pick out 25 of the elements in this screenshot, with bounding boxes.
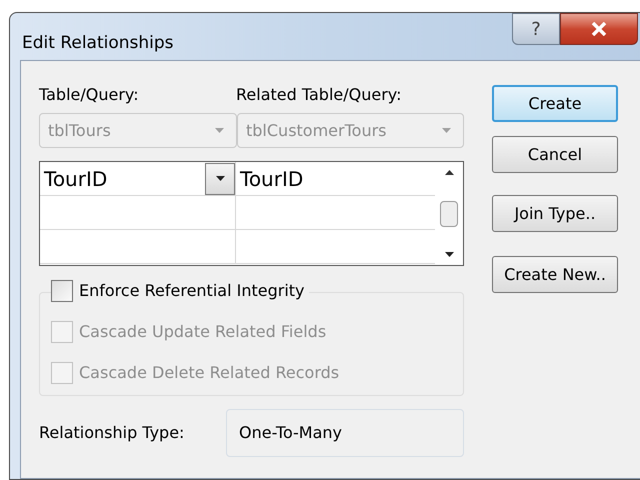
dropdown-button[interactable]: [205, 162, 235, 194]
dialog-button[interactable]: Create: [492, 85, 618, 122]
dialog-button[interactable]: Create New..: [492, 256, 618, 293]
field-label: Table/Query:: [39, 84, 140, 106]
caret-icon: [216, 176, 224, 181]
window-title: Edit Relationships: [22, 32, 174, 55]
scroll-up-icon[interactable]: [444, 170, 454, 175]
dialog-button[interactable]: Join Type..: [492, 195, 618, 232]
relationship-type-box: One-To-Many: [226, 409, 464, 457]
checkbox[interactable]: [51, 280, 73, 302]
grid-cell[interactable]: TourID: [236, 162, 435, 195]
dialog-button[interactable]: Cancel: [492, 136, 618, 173]
close-button[interactable]: [560, 13, 638, 45]
checkbox-label: Enforce Referential Integrity: [79, 280, 305, 302]
relationship-type-label: Relationship Type:: [39, 422, 186, 444]
scroll-thumb[interactable]: [440, 200, 458, 226]
grid-cell[interactable]: TourID: [44, 164, 108, 194]
caret-icon: [442, 128, 451, 133]
field-label: Related Table/Query:: [236, 84, 402, 106]
caret-icon: [215, 128, 224, 133]
checkbox-label: Cascade Delete Related Records: [79, 362, 340, 384]
close-icon: [591, 22, 607, 36]
checkbox-label: Cascade Update Related Fields: [79, 321, 326, 343]
help-button[interactable]: ?: [512, 13, 560, 45]
caret-icon: [444, 252, 454, 257]
